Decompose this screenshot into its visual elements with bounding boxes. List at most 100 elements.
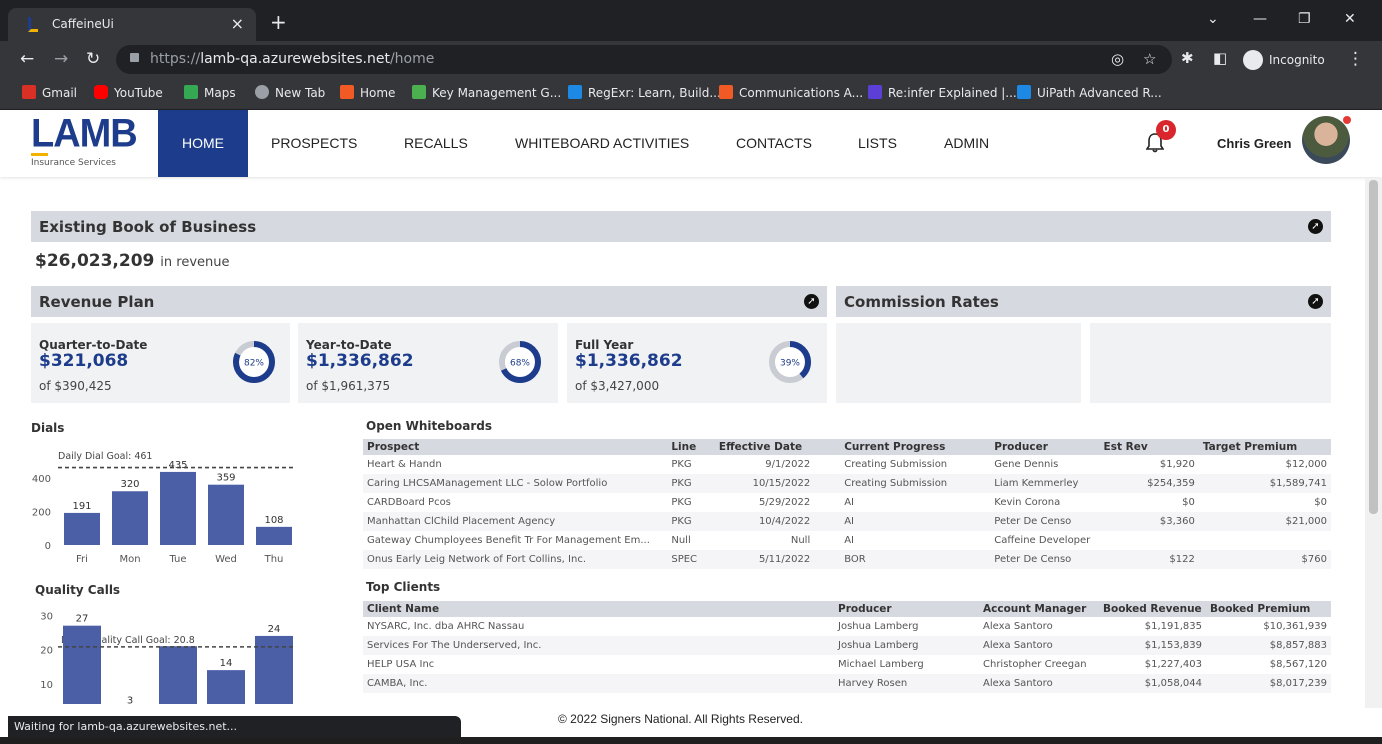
logo[interactable]: LAMB [31, 112, 138, 157]
open-arrow-icon[interactable]: ➚ [804, 294, 819, 309]
commission-card [1090, 323, 1331, 403]
column-header[interactable]: Booked Premium [1206, 601, 1331, 617]
browser-menu-icon[interactable]: ⋮ [1347, 49, 1364, 69]
column-header[interactable]: Account Manager [979, 601, 1099, 617]
nav-home[interactable]: HOME [158, 110, 248, 177]
column-header[interactable]: Prospect [363, 439, 668, 455]
bookmark-item[interactable]: YouTube [94, 85, 163, 100]
table-row[interactable]: Manhattan ClChild Placement Agency PKG 10/… [363, 512, 1331, 531]
nav-admin[interactable]: ADMIN [944, 110, 989, 177]
logo-subtitle: Insurance Services [31, 158, 116, 168]
column-header[interactable]: Est Rev [1099, 439, 1199, 455]
table-cell: Onus Early Leig Network of Fort Collins,… [363, 550, 668, 569]
table-row[interactable]: HELP USA Inc Michael Lamberg Christopher C… [363, 655, 1331, 674]
bookmark-item[interactable]: Communications A... [719, 85, 863, 100]
y-tick-label: 20 [40, 646, 53, 657]
table-row[interactable]: Gateway Chumployees Benefit Tr For Manag… [363, 531, 1331, 550]
extensions-icon[interactable]: ✱ [1181, 49, 1194, 67]
table-row[interactable]: Onus Early Leig Network of Fort Collins,… [363, 550, 1331, 569]
nav-whiteboard-activities[interactable]: WHITEBOARD ACTIVITIES [515, 110, 689, 177]
minimize-icon[interactable]: — [1253, 11, 1267, 27]
notification-badge: 0 [1156, 120, 1176, 140]
back-icon[interactable]: ← [20, 49, 34, 69]
close-window-icon[interactable]: ✕ [1344, 11, 1356, 27]
card-value: $1,336,862 [575, 351, 683, 371]
maximize-icon[interactable]: ❐ [1298, 11, 1311, 27]
x-category-label: Wed [215, 554, 237, 565]
bookmark-item[interactable]: RegExr: Learn, Build... [568, 85, 721, 100]
bar [160, 471, 196, 545]
avatar[interactable] [1302, 116, 1350, 164]
side-panel-icon[interactable]: ◧ [1213, 49, 1227, 67]
column-header[interactable]: Producer [834, 601, 979, 617]
column-header[interactable]: Line [667, 439, 715, 455]
table-cell: NYSARC, Inc. dba AHRC Nassau [367, 621, 525, 632]
table-cell: Gateway Chumployees Benefit Tr For Manag… [367, 535, 650, 546]
table-cell: Caring LHCSAManagement LLC - Solow Portf… [363, 474, 668, 493]
bookmark-star-icon[interactable]: ☆ [1143, 50, 1156, 68]
status-dot [1343, 116, 1351, 124]
bookmark-item[interactable]: Re:infer Explained |... [868, 85, 1017, 100]
column-header[interactable]: Effective Date [714, 439, 815, 455]
table-cell: $0 [1314, 497, 1327, 508]
tab-search-chevron-icon[interactable]: ⌄ [1207, 11, 1219, 27]
column-header[interactable]: Target Premium [1198, 439, 1331, 455]
table-cell: Liam Kemmerley [964, 474, 1100, 493]
open-arrow-icon[interactable]: ➚ [1308, 219, 1323, 234]
user-name[interactable]: Chris Green [1217, 136, 1291, 151]
table-cell: $1,227,403 [1144, 659, 1202, 670]
page-scrollbar[interactable] [1365, 178, 1382, 708]
forward-icon[interactable]: → [54, 49, 68, 69]
bar-value-label: 191 [72, 501, 91, 512]
incognito-indicator[interactable]: Incognito [1243, 50, 1325, 70]
scrollbar-thumb[interactable] [1369, 180, 1378, 514]
nav-recalls[interactable]: RECALLS [404, 110, 468, 177]
bookmark-item[interactable]: UiPath Advanced R... [1017, 85, 1162, 100]
table-row[interactable]: Heart & Handn PKG 9/1/2022 Creating Submiss… [363, 455, 1331, 474]
tracking-eye-icon[interactable]: ◎ [1111, 50, 1124, 68]
y-tick-label: 200 [32, 507, 51, 518]
bookmark-item[interactable]: New Tab [255, 85, 325, 100]
table-row[interactable]: Services For The Underserved, Inc. Joshua… [363, 636, 1331, 655]
bookmark-item[interactable]: Key Management G... [412, 85, 561, 100]
bar [207, 670, 245, 704]
table-row[interactable]: Caring LHCSAManagement LLC - Solow Portf… [363, 474, 1331, 493]
table-cell: PKG [667, 512, 715, 531]
progress-donut: 82% [233, 341, 275, 383]
table-cell [1199, 531, 1331, 550]
bookmark-item[interactable]: Home [340, 85, 395, 100]
table-row[interactable]: CAMBA, Inc. Harvey Rosen Alexa Santoro $1,0… [363, 674, 1331, 693]
whiteboards-title: Open Whiteboards [366, 419, 492, 433]
bookmark-item[interactable]: Maps [184, 85, 236, 100]
address-bar[interactable]: https://lamb-qa.azurewebsites.net/home ◎… [116, 45, 1172, 74]
bookmark-item[interactable]: Gmail [22, 85, 77, 100]
revenue-card-year: Year-to-Date $1,336,862 of $1,961,375 68… [298, 323, 558, 403]
table-cell: $21,000 [1198, 512, 1331, 531]
column-header[interactable]: Booked Revenue [1099, 601, 1206, 617]
open-arrow-icon[interactable]: ➚ [1308, 294, 1323, 309]
bar-value-label: 435 [168, 460, 187, 471]
column-header[interactable]: Producer [964, 439, 1100, 455]
table-cell: Alexa Santoro [979, 636, 1099, 655]
column-header[interactable]: Client Name [363, 601, 834, 617]
table-cell: BOR [814, 550, 965, 569]
column-header[interactable]: Current Progress [814, 439, 965, 455]
table-row[interactable]: CARDBoard Pcos PKG 5/29/2022 AI Kevin Corona… [363, 493, 1331, 512]
table-cell: Christopher Creegan [983, 659, 1087, 670]
reload-icon[interactable]: ↻ [86, 49, 100, 69]
quality-chart: Daily Quality Call Goal: 20.8 3020102731… [40, 611, 296, 704]
close-tab-icon[interactable]: × [231, 14, 244, 33]
bar-value-label: 108 [264, 515, 283, 526]
nav-contacts[interactable]: CONTACTS [736, 110, 812, 177]
bar [208, 484, 244, 545]
table-row[interactable]: NYSARC, Inc. dba AHRC Nassau Joshua Lambe… [363, 617, 1331, 636]
bar-value-label: 14 [220, 658, 233, 669]
nav-lists[interactable]: LISTS [858, 110, 897, 177]
tab-title: CaffeineUi [52, 17, 114, 31]
browser-tab[interactable]: CaffeineUi × [8, 8, 256, 41]
y-tick-label: 0 [45, 541, 51, 552]
table-cell: AI [844, 535, 855, 546]
address-toolbar: ← → ↻ https://lamb-qa.azurewebsites.net/… [0, 41, 1382, 78]
nav-prospects[interactable]: PROSPECTS [271, 110, 357, 177]
new-tab-icon[interactable]: + [270, 10, 287, 34]
